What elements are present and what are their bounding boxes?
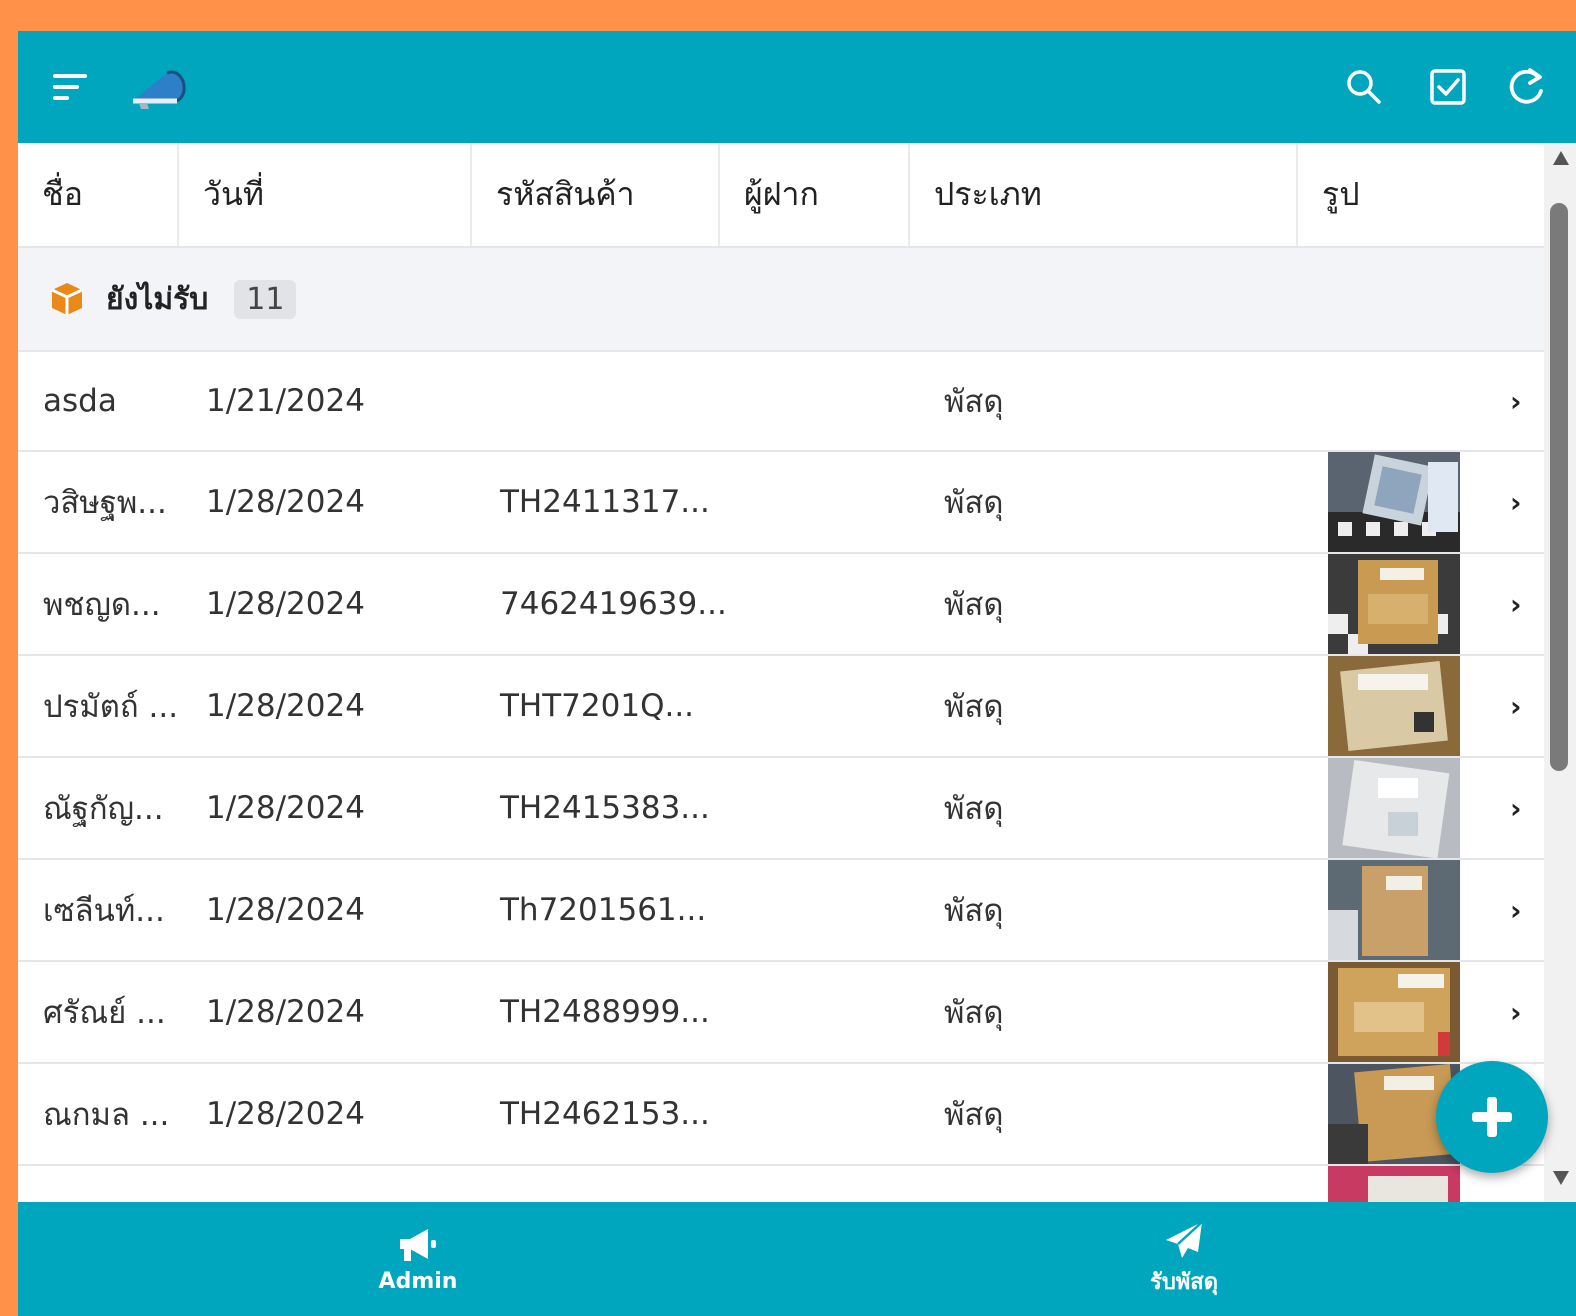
scroll-down-arrow-icon[interactable] <box>1553 1171 1569 1185</box>
column-header-date[interactable]: วันที่ <box>179 143 472 246</box>
package-photo-thumbnail[interactable] <box>1328 554 1460 654</box>
column-header-type[interactable]: ประเภท <box>910 143 1298 246</box>
cell-code: TH2488999... <box>500 994 710 1030</box>
megaphone-logo-icon[interactable] <box>126 59 190 115</box>
cell-name: ศรัณย์ ... <box>43 995 166 1031</box>
refresh-icon[interactable] <box>1498 59 1554 115</box>
top-app-bar <box>18 31 1576 143</box>
package-photo-thumbnail[interactable] <box>1328 962 1460 1062</box>
chevron-right-icon[interactable]: › <box>1510 352 1522 450</box>
paper-plane-icon <box>1166 1220 1203 1258</box>
cell-type: พัสดุ <box>944 791 1004 827</box>
cell-date: 1/28/2024 <box>206 790 365 826</box>
table-header: ชื่อ วันที่ รหัสสินค้า ผู้ฝาก ประเภท รูป <box>18 143 1544 248</box>
cell-date: 1/28/2024 <box>206 1096 365 1132</box>
nav-label-receive-parcel: รับพัสดุ <box>1150 1269 1218 1295</box>
chevron-right-icon[interactable]: › <box>1510 860 1522 960</box>
bottom-navigation: Admin รับพัสดุ <box>18 1202 1576 1316</box>
cell-code: Th7201561... <box>500 892 707 928</box>
group-label: ยังไม่รับ <box>106 281 209 317</box>
cell-code: TH2411317... <box>500 484 710 520</box>
table-row[interactable]: พชญด... 1/28/2024 7462419639... พัสดุ › <box>18 554 1544 656</box>
nav-label-admin: Admin <box>378 1268 458 1294</box>
cell-code: 7462419639... <box>500 586 727 622</box>
cell-name: พชญด... <box>43 587 161 623</box>
cell-date: 1/28/2024 <box>206 484 365 520</box>
cell-date: 1/28/2024 <box>206 688 365 724</box>
package-photo-thumbnail[interactable] <box>1328 452 1460 552</box>
scrollbar-thumb[interactable] <box>1550 203 1568 771</box>
table-row[interactable]: ณกมล ... 1/28/2024 TH2462153... พัสดุ › <box>18 1064 1544 1166</box>
table-row[interactable]: ปรมัตถ์ ... 1/28/2024 THT7201Q... พัสดุ … <box>18 656 1544 758</box>
scroll-up-arrow-icon[interactable] <box>1553 151 1569 165</box>
add-button[interactable] <box>1436 1061 1548 1173</box>
cell-date: 1/21/2024 <box>206 383 365 419</box>
cell-type: พัสดุ <box>944 893 1004 929</box>
cell-type: พัสดุ <box>944 587 1004 623</box>
filter-lines-icon[interactable] <box>42 59 98 115</box>
package-photo-thumbnail[interactable] <box>1328 656 1460 756</box>
cell-name: ปรมัตถ์ ... <box>43 689 179 725</box>
cell-code: TH2462153... <box>500 1096 710 1132</box>
plus-icon <box>1472 1097 1512 1137</box>
chevron-right-icon[interactable]: › <box>1510 656 1522 756</box>
group-header-not-received[interactable]: ยังไม่รับ 11 <box>18 248 1544 352</box>
nav-item-admin[interactable]: Admin <box>338 1202 498 1316</box>
table-row[interactable]: asda 1/21/2024 พัสดุ › <box>18 352 1544 452</box>
cell-name: ณัฐกัญ... <box>43 791 164 827</box>
cell-date: 1/28/2024 <box>206 994 365 1030</box>
column-header-name[interactable]: ชื่อ <box>18 143 179 246</box>
cell-code: THT7201Q... <box>500 688 695 724</box>
package-photo-thumbnail[interactable] <box>1328 860 1460 960</box>
cell-name: ณกมล ... <box>43 1097 170 1133</box>
search-icon[interactable] <box>1336 59 1392 115</box>
chevron-right-icon[interactable]: › <box>1510 452 1522 552</box>
chevron-right-icon[interactable]: › <box>1510 758 1522 858</box>
package-icon <box>48 280 86 318</box>
cell-date: 1/28/2024 <box>206 892 365 928</box>
cell-name: วสิษฐพ... <box>43 485 167 521</box>
chevron-right-icon[interactable]: › <box>1510 554 1522 654</box>
table-row[interactable]: วสิษฐพ... 1/28/2024 TH2411317... พัสดุ › <box>18 452 1544 554</box>
table-row[interactable] <box>18 1166 1544 1202</box>
column-header-image[interactable]: รูป <box>1298 143 1544 246</box>
app-frame: ชื่อ วันที่ รหัสสินค้า ผู้ฝาก ประเภท รูป… <box>18 31 1576 1316</box>
checkbox-icon[interactable] <box>1420 59 1476 115</box>
table-row[interactable]: เซลีนท์... 1/28/2024 Th7201561... พัสดุ … <box>18 860 1544 962</box>
cell-type: พัสดุ <box>944 485 1004 521</box>
cell-name: เซลีนท์... <box>43 893 165 929</box>
table-row[interactable]: ณัฐกัญ... 1/28/2024 TH2415383... พัสดุ › <box>18 758 1544 860</box>
column-header-depositor[interactable]: ผู้ฝาก <box>720 143 910 246</box>
megaphone-icon <box>400 1228 436 1261</box>
cell-type: พัสดุ <box>944 384 1004 420</box>
column-header-product-code[interactable]: รหัสสินค้า <box>472 143 720 246</box>
package-photo-thumbnail[interactable] <box>1328 758 1460 858</box>
cell-type: พัสดุ <box>944 995 1004 1031</box>
group-count-badge: 11 <box>234 279 297 319</box>
cell-type: พัสดุ <box>944 1097 1004 1133</box>
chevron-right-icon[interactable]: › <box>1510 962 1522 1062</box>
cell-date: 1/28/2024 <box>206 586 365 622</box>
cell-code: TH2415383... <box>500 790 710 826</box>
cell-name: asda <box>43 383 117 419</box>
table-row[interactable]: ศรัณย์ ... 1/28/2024 TH2488999... พัสดุ … <box>18 962 1544 1064</box>
cell-type: พัสดุ <box>944 689 1004 725</box>
table-body: asda 1/21/2024 พัสดุ › วสิษฐพ... 1/28/20… <box>18 352 1544 1202</box>
package-photo-thumbnail[interactable] <box>1328 1166 1460 1202</box>
nav-item-receive-parcel[interactable]: รับพัสดุ <box>1104 1202 1264 1316</box>
